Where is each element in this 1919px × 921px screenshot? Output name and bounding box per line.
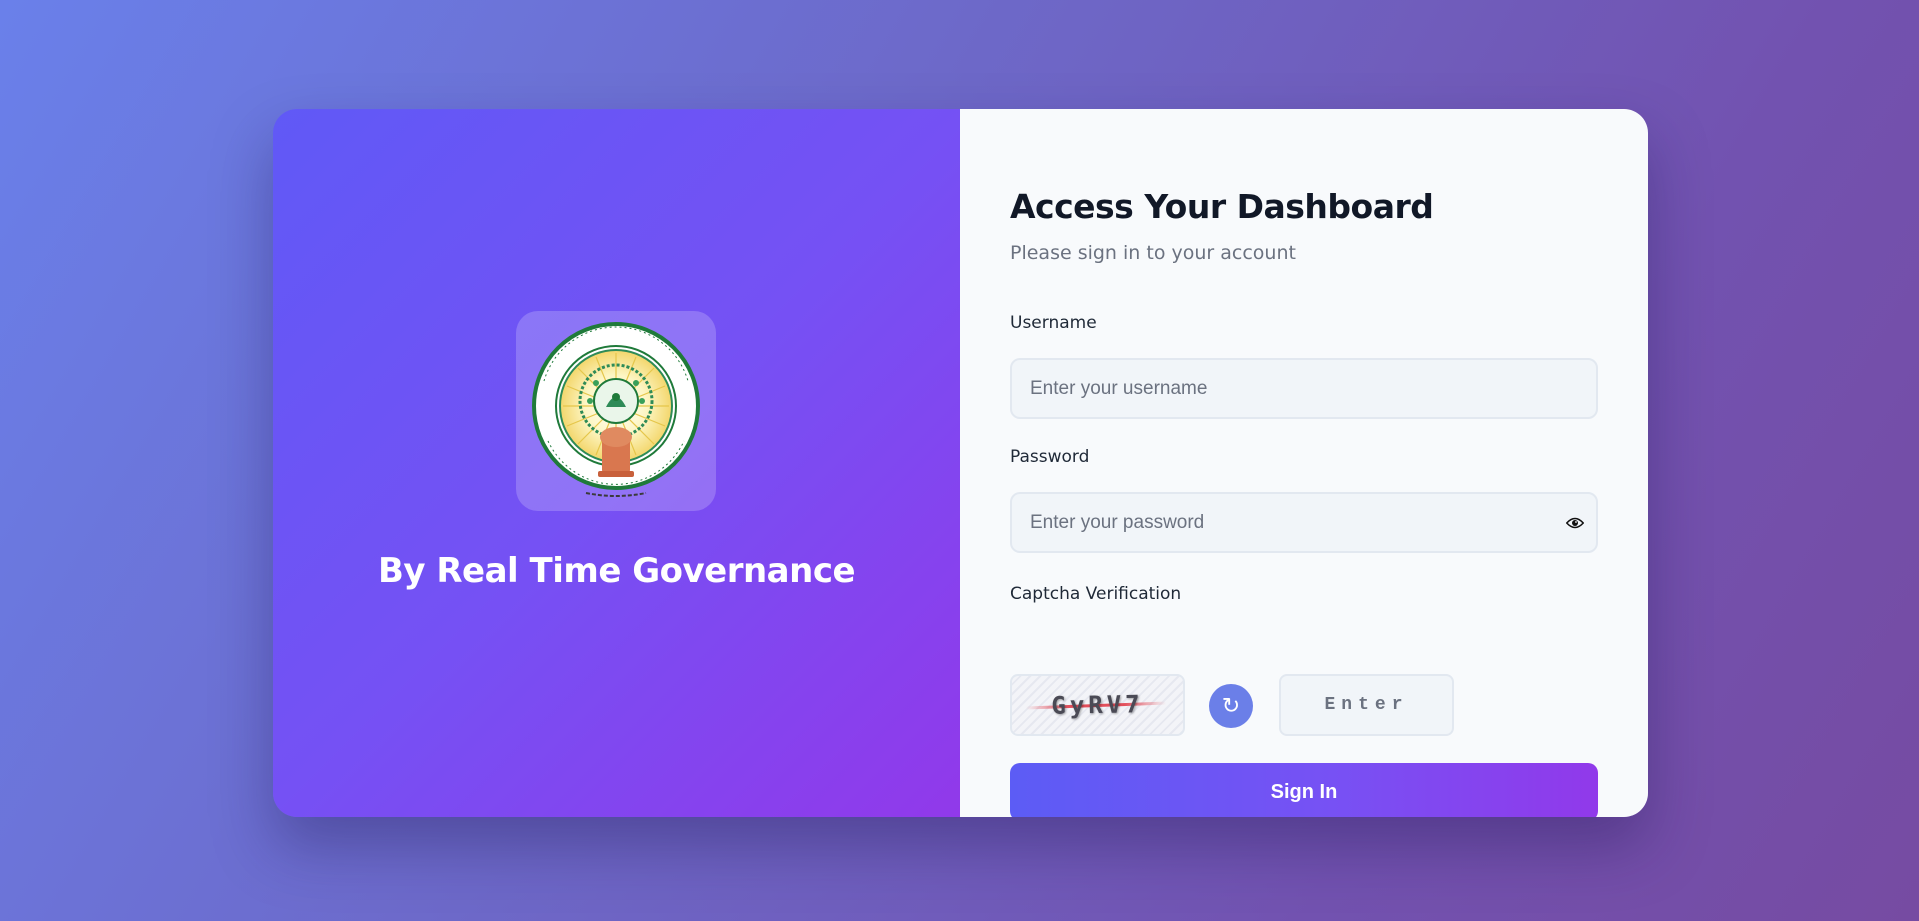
password-label: Password [1010,447,1090,467]
branding-panel: By Real Time Governance [273,109,960,817]
logo-container [516,311,716,511]
username-label: Username [1010,313,1097,333]
password-input[interactable] [1012,494,1596,551]
form-title: Access Your Dashboard [1010,187,1434,226]
refresh-icon: ↻ [1221,693,1241,718]
eye-icon[interactable] [1566,516,1584,530]
login-card: By Real Time Governance Access Your Dash… [273,109,1648,817]
username-field-wrapper [1010,358,1598,419]
username-input[interactable] [1012,360,1596,417]
brand-title: By Real Time Governance [377,551,856,591]
form-subtitle: Please sign in to your account [1010,242,1296,264]
sign-in-button[interactable]: Sign In [1010,763,1598,817]
captcha-code: GyRV7 [1051,690,1144,720]
password-field-wrapper [1010,492,1598,553]
captcha-label: Captcha Verification [1010,584,1182,604]
captcha-image: GyRV7 [1010,674,1185,736]
captcha-input-wrapper [1279,674,1454,736]
state-emblem-icon [532,322,700,497]
captcha-refresh-button[interactable]: ↻ [1209,684,1253,728]
captcha-row: GyRV7 ↻ [1010,674,1598,736]
login-form-panel: Access Your Dashboard Please sign in to … [960,109,1648,817]
login-form: Access Your Dashboard Please sign in to … [1010,187,1598,817]
captcha-input[interactable] [1281,676,1452,734]
